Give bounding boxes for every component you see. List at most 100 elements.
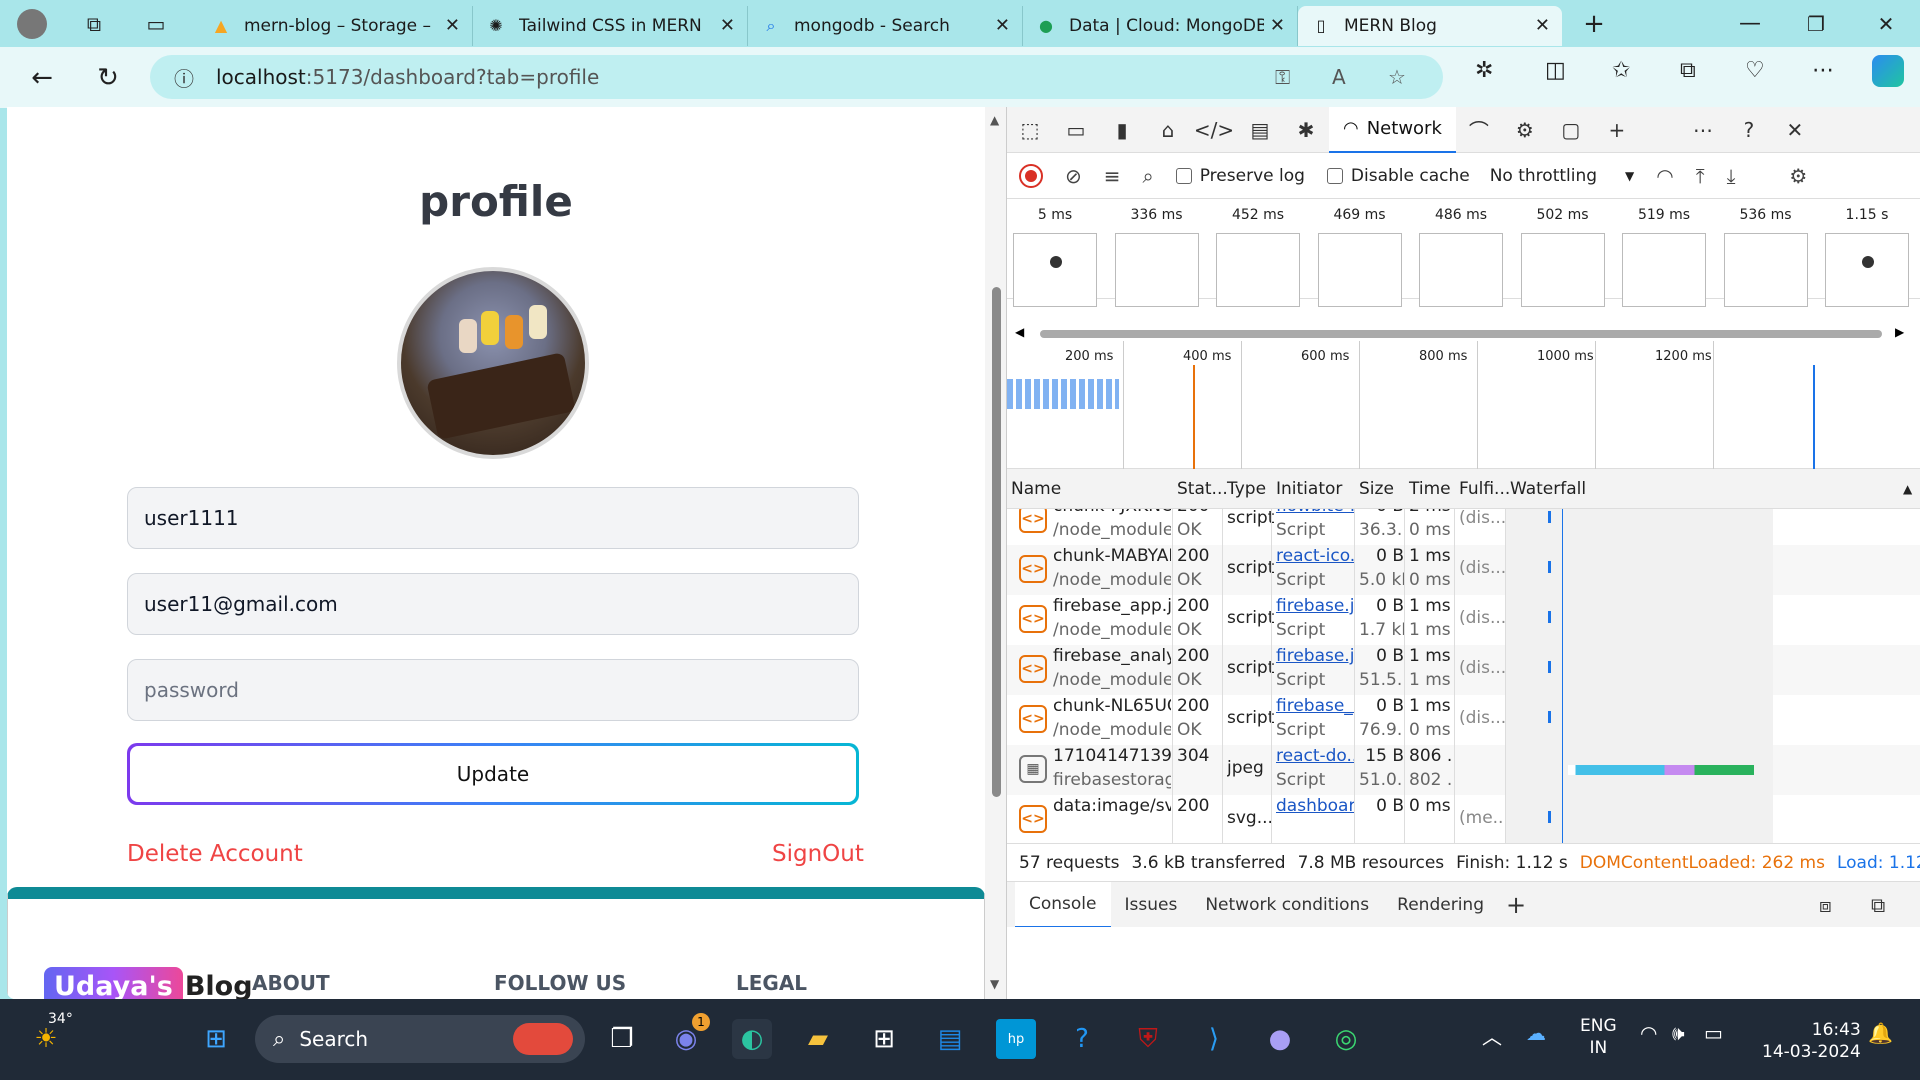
chevron-down-icon[interactable]: ▼ [1625, 169, 1634, 183]
favorite-star-icon[interactable]: ☆ [1388, 65, 1406, 89]
filmstrip-scrollbar-thumb[interactable] [1040, 330, 1882, 338]
close-icon[interactable]: ✕ [1535, 15, 1550, 36]
edge-browser-icon[interactable]: ◐ [732, 1019, 772, 1059]
close-icon[interactable]: ✕ [995, 15, 1010, 36]
timeline-overview[interactable]: 200 ms 400 ms 600 ms 800 ms 1000 ms 1200 ms [1007, 341, 1920, 469]
network-conditions-icon[interactable]: ◠ [1656, 164, 1673, 188]
col-waterfall[interactable]: Waterfall [1510, 479, 1586, 499]
task-view-icon[interactable]: ❐ [602, 1019, 642, 1059]
inspect-element-icon[interactable]: ⬚ [1007, 118, 1053, 142]
more-menu-icon[interactable]: ⋯ [1812, 58, 1834, 83]
welcome-home-icon[interactable]: ⌂ [1145, 118, 1191, 142]
network-settings-icon[interactable]: ⚙ [1789, 164, 1807, 188]
filter-icon[interactable]: ≡ [1104, 164, 1121, 188]
workspaces-icon[interactable]: ⧉ [74, 4, 114, 44]
col-initiator[interactable]: Initiator [1276, 479, 1342, 499]
onedrive-icon[interactable]: ☁ [1526, 1021, 1546, 1045]
restore-icon[interactable]: ❐ [1796, 4, 1836, 44]
elements-icon[interactable]: </> [1191, 118, 1237, 142]
collections-icon[interactable]: ⧉ [1680, 58, 1696, 83]
favorites-icon[interactable]: ✩ [1612, 58, 1630, 83]
minimize-icon[interactable]: — [1730, 4, 1770, 44]
request-row[interactable]: <> firebase_app.js?... /node_modules... 200… [1007, 595, 1920, 645]
notifications-bell-icon[interactable]: 🔔 [1868, 1021, 1893, 1045]
filmstrip-frame[interactable]: 452 ms [1216, 207, 1300, 307]
drawer-tab-console[interactable]: Console [1015, 881, 1111, 928]
cell-initiator[interactable]: dashboar... [1276, 796, 1354, 816]
update-button[interactable]: Update [127, 743, 859, 805]
signout-link[interactable]: SignOut [772, 841, 864, 867]
split-screen-icon[interactable]: ◫ [1545, 58, 1566, 83]
cell-initiator[interactable]: react-ico... [1276, 546, 1354, 566]
mcafee-icon[interactable]: ⛨ [1128, 1019, 1168, 1059]
tab-storage[interactable]: ▲ mern-blog – Storage – ✕ [198, 5, 473, 46]
performance-icon[interactable]: ⌒ [1456, 115, 1502, 144]
request-row[interactable]: <> chunk-NL65UQ... /node_modules... 200 OK fi… [1007, 695, 1920, 745]
filmstrip-frame[interactable]: 336 ms [1114, 207, 1199, 307]
tab-mongodb-cloud[interactable]: ● Data | Cloud: MongoDB ✕ [1023, 5, 1298, 46]
password-input[interactable]: password [127, 659, 859, 721]
cell-initiator[interactable]: firebase_... [1276, 696, 1354, 716]
scroll-up-icon[interactable]: ▲ [990, 113, 999, 127]
sources-bug-icon[interactable]: ✱ [1283, 118, 1329, 142]
delete-account-link[interactable]: Delete Account [127, 841, 303, 867]
more-options-icon[interactable]: ⋯ [1680, 118, 1726, 142]
chrome-icon[interactable]: ◎ [1326, 1019, 1366, 1059]
language-indicator[interactable]: ENG IN [1580, 1015, 1617, 1059]
import-har-icon[interactable]: ⤒ [1696, 164, 1705, 188]
cell-initiator[interactable]: flowbite-... [1276, 509, 1354, 516]
filmstrip-frame[interactable]: 536 ms [1723, 207, 1808, 307]
request-row[interactable]: <> firebase_analyti... /node_modules... 200… [1007, 645, 1920, 695]
close-icon[interactable]: ✕ [720, 15, 735, 36]
device-emulation-icon[interactable]: ▭ [1053, 118, 1099, 142]
column-divider[interactable] [1404, 509, 1405, 843]
vscode-icon[interactable]: ⟩ [1194, 1019, 1234, 1059]
password-key-icon[interactable]: ⚿ [1275, 65, 1290, 89]
file-explorer-icon[interactable]: ▰ [798, 1019, 838, 1059]
col-time[interactable]: Time [1409, 479, 1451, 499]
microsoft-store-icon[interactable]: ⊞ [864, 1019, 904, 1059]
request-row[interactable]: <> data:image/svg... 200 dashboar... 0 B0 ms… [1007, 795, 1920, 843]
back-icon[interactable]: ← [12, 63, 72, 93]
scroll-right-icon[interactable]: ▶ [1895, 325, 1904, 339]
undock-drawer-icon[interactable]: ⧈ [1819, 893, 1832, 917]
wifi-icon[interactable]: ◠ [1640, 1021, 1657, 1045]
read-aloud-icon[interactable]: A [1332, 65, 1346, 89]
page-scrollbar-thumb[interactable] [992, 287, 1001, 797]
extensions-icon[interactable]: ✲ [1475, 58, 1493, 83]
close-icon[interactable]: ✕ [1270, 15, 1285, 36]
column-divider[interactable] [1222, 509, 1223, 843]
tab-network[interactable]: ◠ Network [1329, 106, 1456, 153]
username-input[interactable]: user1111 [127, 487, 859, 549]
add-drawer-tab-icon[interactable]: + [1506, 891, 1526, 919]
col-fulfilled[interactable]: Fulfi... [1459, 479, 1510, 499]
drawer-tab-rendering[interactable]: Rendering [1383, 882, 1498, 928]
request-row[interactable]: <> chunk-FJXKNO... /node_modules... 200 OK fl… [1007, 509, 1920, 545]
tab-tailwind[interactable]: ✺ Tailwind CSS in MERN ✕ [473, 5, 748, 46]
cell-initiator[interactable]: firebase.j... [1276, 596, 1354, 616]
clock[interactable]: 16:43 14-03-2024 [1762, 1019, 1861, 1063]
start-windows-icon[interactable]: ⊞ [196, 1019, 236, 1059]
get-help-icon[interactable]: ? [1062, 1019, 1102, 1059]
column-divider[interactable] [1454, 509, 1455, 843]
export-har-icon[interactable]: ⤓ [1727, 164, 1736, 188]
battery-icon[interactable]: ▭ [1704, 1021, 1723, 1045]
filmstrip-frame[interactable]: 486 ms [1419, 207, 1503, 307]
col-size[interactable]: Size [1359, 479, 1394, 499]
app-icon[interactable]: ▤ [930, 1019, 970, 1059]
tab-mongodb-search[interactable]: ⌕ mongodb - Search ✕ [748, 5, 1023, 46]
close-devtools-icon[interactable]: ✕ [1772, 118, 1818, 142]
scroll-down-icon[interactable]: ▼ [990, 977, 999, 991]
cell-initiator[interactable]: react-do... [1276, 746, 1354, 766]
hp-app-icon[interactable]: hp [996, 1019, 1036, 1059]
disable-cache-checkbox[interactable] [1326, 167, 1343, 184]
column-divider[interactable] [1172, 509, 1173, 843]
scroll-left-icon[interactable]: ◀ [1015, 325, 1024, 339]
page-scrollbar[interactable]: ▲ ▼ [985, 107, 1007, 999]
app-circle-icon[interactable]: ● [1260, 1019, 1300, 1059]
drawer-tab-issues[interactable]: Issues [1111, 882, 1192, 928]
col-name[interactable]: Name [1011, 479, 1061, 499]
clear-icon[interactable]: ⊘ [1065, 164, 1082, 188]
col-status[interactable]: Stat... [1177, 479, 1228, 499]
request-row[interactable]: ▦ 171041471399... firebasestorage... 304 rea… [1007, 745, 1920, 795]
